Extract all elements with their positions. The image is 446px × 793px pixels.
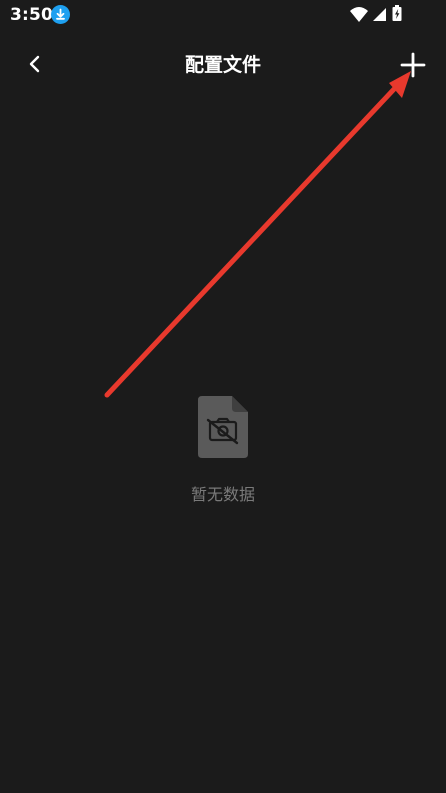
- status-time: 3:50: [10, 5, 54, 25]
- add-button[interactable]: [394, 46, 432, 84]
- status-bar: 3:50: [0, 0, 446, 32]
- wifi-icon: [350, 7, 368, 22]
- status-icons: [346, 0, 446, 32]
- battery-charging-icon: [392, 5, 402, 21]
- file-no-image-icon: [196, 396, 250, 458]
- signal-icon: [373, 8, 386, 21]
- download-icon: [51, 5, 70, 24]
- empty-state: 暂无数据: [0, 396, 446, 516]
- plus-icon: [400, 52, 426, 78]
- app-bar: 配置文件: [0, 32, 446, 98]
- page-title: 配置文件: [184, 54, 261, 76]
- empty-state-text: 暂无数据: [190, 485, 255, 504]
